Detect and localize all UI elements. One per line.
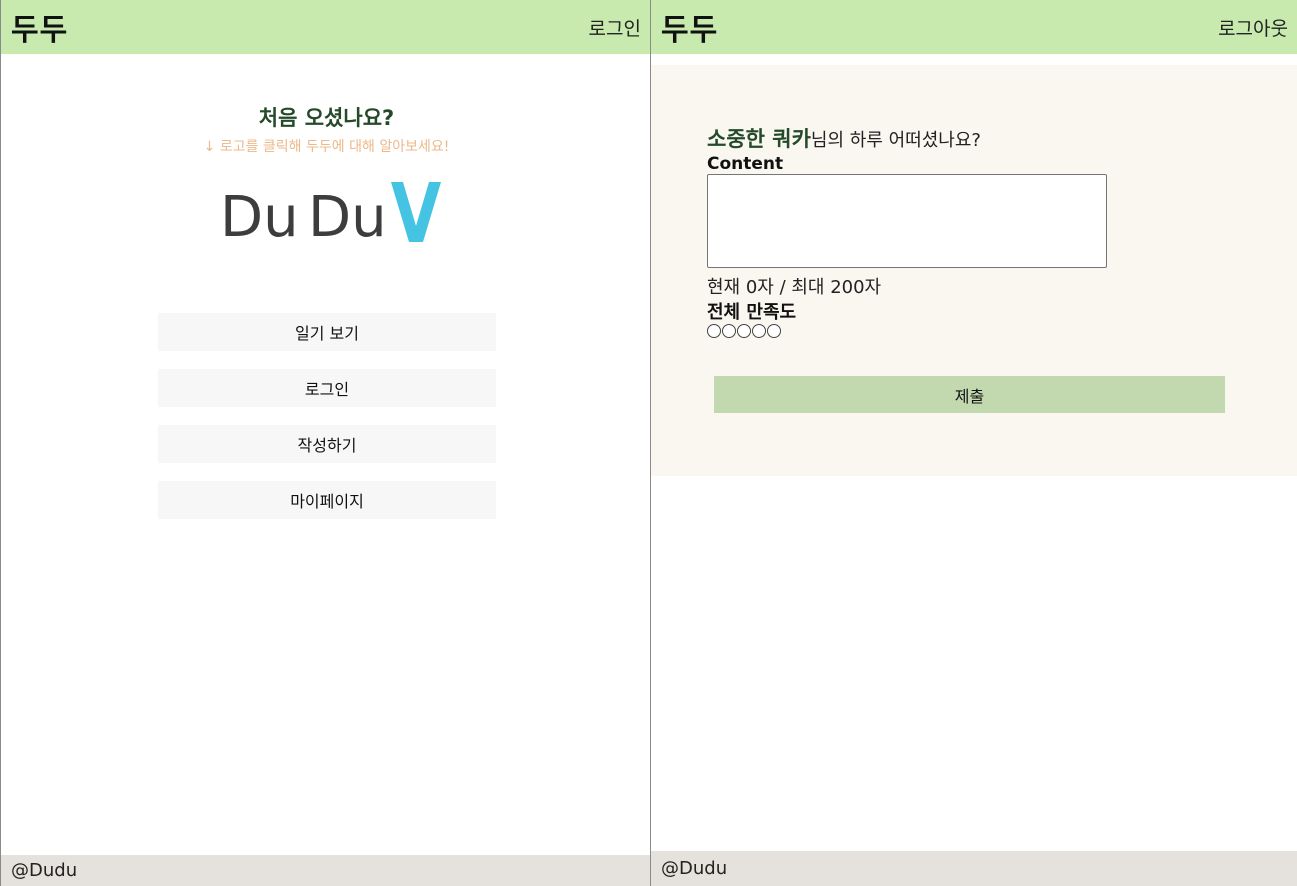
content-textarea[interactable] bbox=[707, 174, 1107, 268]
user-name: 소중한 쿼카 bbox=[707, 127, 811, 151]
footer-text: @Dudu bbox=[11, 860, 78, 881]
top-header: 두두 로그아웃 bbox=[651, 0, 1297, 54]
dudu-logo[interactable]: Du Du bbox=[220, 178, 450, 250]
mypage-button[interactable]: 마이페이지 bbox=[158, 481, 496, 519]
rating-stars bbox=[707, 324, 781, 338]
welcome-title: 처음 오셨나요? bbox=[258, 106, 395, 130]
logo-text-du-2: Du bbox=[308, 185, 387, 250]
rating-circle-icon[interactable] bbox=[722, 324, 736, 338]
login-button[interactable]: 로그인 bbox=[158, 369, 496, 407]
footer-text: @Dudu bbox=[661, 858, 728, 879]
write-page-pane: 두두 로그아웃 소중한 쿼카님의 하루 어떠셨나요? Content 현재 0자… bbox=[651, 0, 1297, 886]
logout-link[interactable]: 로그아웃 bbox=[1218, 14, 1288, 41]
rating-circle-icon[interactable] bbox=[752, 324, 766, 338]
submit-button[interactable]: 제출 bbox=[714, 376, 1225, 413]
logo-v-mark-icon bbox=[391, 182, 441, 242]
rating-circle-icon[interactable] bbox=[737, 324, 751, 338]
rating-circle-icon[interactable] bbox=[767, 324, 781, 338]
footer: @Dudu bbox=[651, 851, 1297, 886]
write-button[interactable]: 작성하기 bbox=[158, 425, 496, 463]
welcome-section: 처음 오셨나요? ↓ 로고를 클릭해 두두에 대해 알아보세요! bbox=[1, 102, 650, 156]
brand-title[interactable]: 두두 bbox=[11, 5, 68, 49]
content-label: Content bbox=[707, 154, 784, 174]
rating-circle-icon[interactable] bbox=[707, 324, 721, 338]
greeting: 소중한 쿼카님의 하루 어떠셨나요? bbox=[707, 123, 981, 153]
footer: @Dudu bbox=[1, 855, 650, 886]
diary-form: 소중한 쿼카님의 하루 어떠셨나요? Content 현재 0자 / 최대 20… bbox=[651, 65, 1297, 476]
greeting-suffix: 님의 하루 어떠셨나요? bbox=[810, 130, 981, 151]
login-link[interactable]: 로그인 bbox=[589, 14, 641, 41]
home-page-pane: 두두 로그인 처음 오셨나요? ↓ 로고를 클릭해 두두에 대해 알아보세요! … bbox=[0, 0, 651, 886]
top-header: 두두 로그인 bbox=[1, 0, 650, 54]
welcome-hint: ↓ 로고를 클릭해 두두에 대해 알아보세요! bbox=[203, 139, 450, 155]
rating-label: 전체 만족도 bbox=[707, 302, 797, 323]
logo-text-du-1: Du bbox=[220, 185, 299, 250]
char-counter: 현재 0자 / 최대 200자 bbox=[707, 277, 882, 298]
brand-title[interactable]: 두두 bbox=[661, 5, 718, 49]
view-diary-button[interactable]: 일기 보기 bbox=[158, 313, 496, 351]
